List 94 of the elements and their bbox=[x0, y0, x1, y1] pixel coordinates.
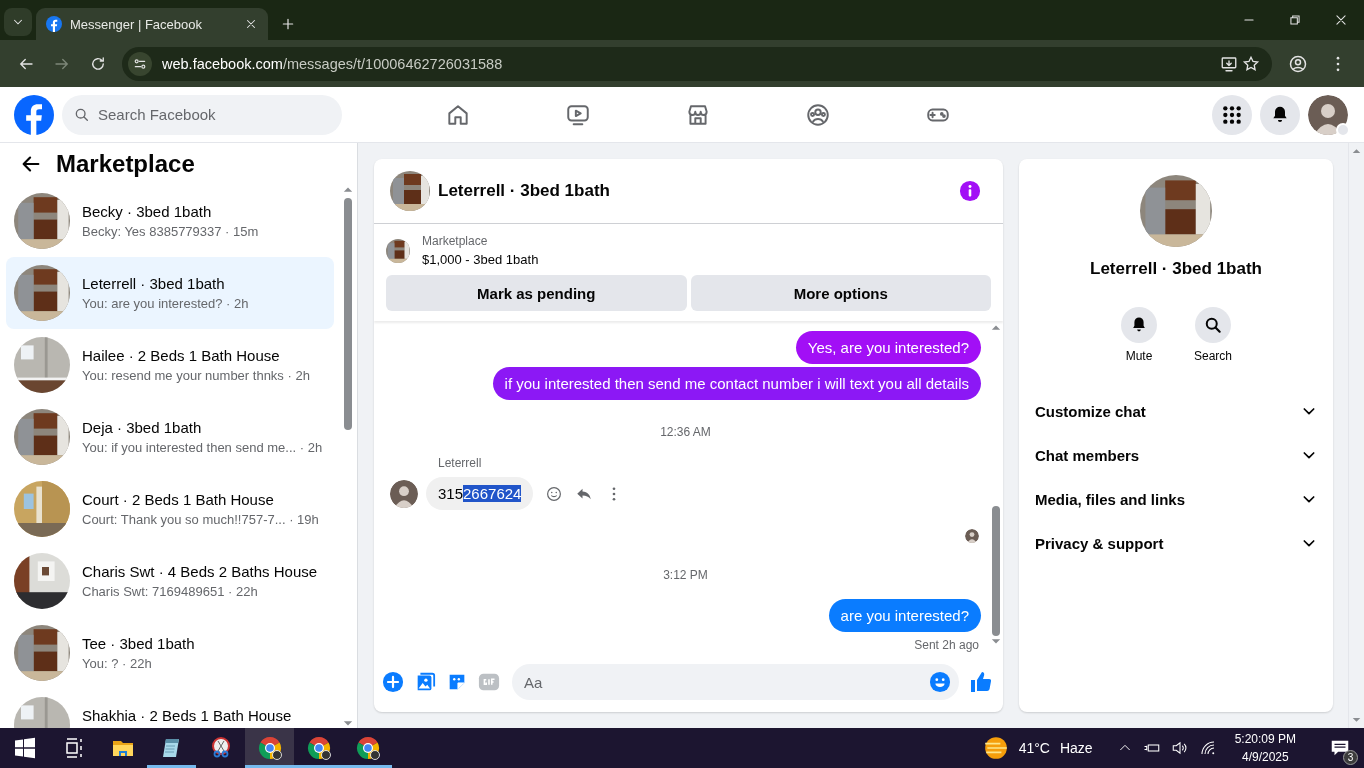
close-icon[interactable] bbox=[244, 17, 258, 31]
delivery-status: Sent 2h ago bbox=[914, 638, 979, 652]
timestamp: 12:36 AM bbox=[660, 425, 711, 439]
message-preview: Becky: Yes 8385779337 · 15m bbox=[82, 224, 259, 239]
groups-icon bbox=[805, 101, 831, 128]
avatar bbox=[965, 529, 979, 543]
scrollbar[interactable] bbox=[341, 185, 355, 728]
tab-title: Messenger | Facebook bbox=[70, 16, 203, 32]
facebook-logo[interactable] bbox=[14, 94, 54, 135]
listing-label: Marketplace bbox=[422, 234, 489, 248]
placeholder: Aa bbox=[524, 673, 543, 691]
facebook-logo-icon bbox=[46, 16, 62, 32]
conversation-item[interactable]: Becky · 3bed 1bath Becky: Yes 8385779337 · 15m bbox=[6, 185, 334, 257]
timestamp: 3:12 PM bbox=[663, 568, 708, 582]
clock-time: 5:20:09 PM bbox=[1234, 732, 1296, 746]
restore-icon[interactable] bbox=[1288, 13, 1302, 27]
temperature: 41°C bbox=[1018, 740, 1050, 756]
plus-icon[interactable] bbox=[382, 671, 404, 693]
emoji-icon[interactable] bbox=[545, 484, 564, 503]
conversation-name: Hailee · 2 Beds 1 Bath House bbox=[82, 347, 281, 364]
listing-button[interactable]: Mark as pending bbox=[386, 275, 687, 311]
conversation-item[interactable]: Court · 2 Beds 1 Bath House Court: Thank you so much!!757-7... · 19h bbox=[6, 473, 334, 545]
conversation-name: Tee · 3bed 1bath bbox=[82, 635, 195, 652]
clock-date: 4/9/2025 bbox=[1241, 750, 1289, 764]
notification-count: 3 bbox=[1343, 750, 1358, 765]
search-field[interactable]: Search Facebook bbox=[62, 94, 342, 135]
conversation-name: Charis Swt · 4 Beds 2 Baths House bbox=[82, 563, 318, 580]
chrome-icon bbox=[355, 736, 380, 760]
conversation-item[interactable]: Deja · 3bed 1bath You: if you interested then send me... · 2h bbox=[6, 401, 334, 473]
haze-sun-icon[interactable] bbox=[982, 735, 1009, 761]
taskbar-app[interactable] bbox=[245, 728, 294, 768]
conversation-name: Court · 2 Beds 1 Bath House bbox=[82, 491, 275, 508]
section-header[interactable]: Privacy & support bbox=[1027, 521, 1325, 565]
listing-button[interactable]: More options bbox=[690, 275, 991, 311]
search-glyph bbox=[1203, 315, 1223, 335]
chrome-icon bbox=[306, 736, 331, 760]
contact-name: Leterrell · 3bed 1bath bbox=[1090, 259, 1262, 279]
scroll-down-icon[interactable] bbox=[1352, 715, 1361, 724]
like-icon[interactable] bbox=[969, 670, 993, 694]
section-header[interactable]: Media, files and links bbox=[1027, 477, 1325, 521]
scroll-up-icon[interactable] bbox=[1352, 147, 1361, 156]
conversation-item[interactable]: Leterrell · 3bed 1bath You: are you interested? · 2h bbox=[6, 257, 334, 329]
message-preview: Court: Thank you so much!!757-7... · 19h bbox=[82, 512, 319, 527]
install-icon[interactable] bbox=[1220, 54, 1238, 73]
message-bubble: are you interested? bbox=[828, 599, 981, 632]
conversation-item[interactable]: Charis Swt · 4 Beds 2 Baths House Charis Swt: 7169489651 · 22h bbox=[6, 545, 334, 617]
star-icon[interactable] bbox=[1242, 54, 1260, 73]
sender-name: Leterrell bbox=[438, 456, 483, 470]
start-icon bbox=[12, 736, 37, 760]
scrollbar-thumb[interactable] bbox=[344, 198, 352, 430]
chat-title: Leterrell · 3bed 1bath bbox=[438, 181, 611, 201]
message-preview: You: resend me your number thnks · 2h bbox=[82, 368, 310, 383]
profile-icon[interactable] bbox=[1288, 53, 1308, 74]
message-bubble: Yes, are you interested? bbox=[795, 331, 981, 364]
url-text: web.facebook.com/messages/t/10006462726031588 bbox=[162, 55, 503, 72]
notifications-button[interactable] bbox=[1260, 94, 1300, 135]
message-bubble: if you interested then send me contact number i will text you all details bbox=[492, 367, 981, 400]
conversation-name: Becky · 3bed 1bath bbox=[82, 203, 213, 220]
search-button[interactable]: Search bbox=[1185, 307, 1241, 363]
wifi-icon[interactable] bbox=[1198, 739, 1217, 757]
message-preview: You: ? · 22h bbox=[82, 656, 153, 671]
info-icon[interactable] bbox=[959, 180, 981, 202]
search-icon bbox=[74, 106, 90, 123]
emoji-icon[interactable] bbox=[929, 671, 951, 693]
menu-button[interactable] bbox=[1212, 94, 1252, 135]
chrome-icon bbox=[257, 736, 282, 760]
message-preview: You: if you interested then send me... · 2h bbox=[82, 440, 323, 455]
message-preview: Charis Swt: 7169489651 · 22h bbox=[82, 584, 259, 599]
weather-condition: Haze bbox=[1059, 740, 1093, 756]
conversation-item[interactable]: Hailee · 2 Beds 1 Bath House You: resend me your number thnks · 2h bbox=[6, 329, 334, 401]
conversation-name: Leterrell · 3bed 1bath bbox=[82, 275, 226, 292]
page-title: Marketplace bbox=[56, 150, 195, 178]
placeholder: Search Facebook bbox=[98, 106, 216, 123]
plus-icon[interactable] bbox=[280, 16, 296, 32]
scroll-up-icon bbox=[343, 185, 353, 195]
avatar bbox=[1308, 94, 1348, 135]
grid-icon bbox=[1222, 104, 1242, 125]
volume-icon[interactable] bbox=[1170, 739, 1189, 757]
section-header[interactable]: Customize chat bbox=[1027, 389, 1325, 433]
conversation-name: Deja · 3bed 1bath bbox=[82, 419, 203, 436]
message-preview: You: are you interested? · 2h bbox=[82, 296, 249, 311]
mute-button[interactable]: Mute bbox=[1111, 307, 1167, 363]
conversation-item[interactable]: Tee · 3bed 1bath You: ? · 22h bbox=[6, 617, 334, 689]
section-header[interactable]: Chat members bbox=[1027, 433, 1325, 477]
reload-icon[interactable] bbox=[89, 54, 107, 73]
listing-price: $1,000 - 3bed 1bath bbox=[422, 252, 539, 267]
close-icon[interactable] bbox=[1334, 13, 1348, 27]
address-bar[interactable]: web.facebook.com/messages/t/10006462726031588 bbox=[122, 46, 1272, 81]
scroll-up-icon bbox=[991, 323, 1001, 333]
browser-tab[interactable]: Messenger | Facebook bbox=[36, 8, 268, 40]
avatar bbox=[390, 479, 418, 508]
conversation-name: Shakhia · 2 Beds 1 Bath House bbox=[82, 707, 292, 724]
message-field[interactable]: Aa bbox=[512, 664, 959, 700]
scrollbar-thumb[interactable] bbox=[992, 506, 1000, 636]
